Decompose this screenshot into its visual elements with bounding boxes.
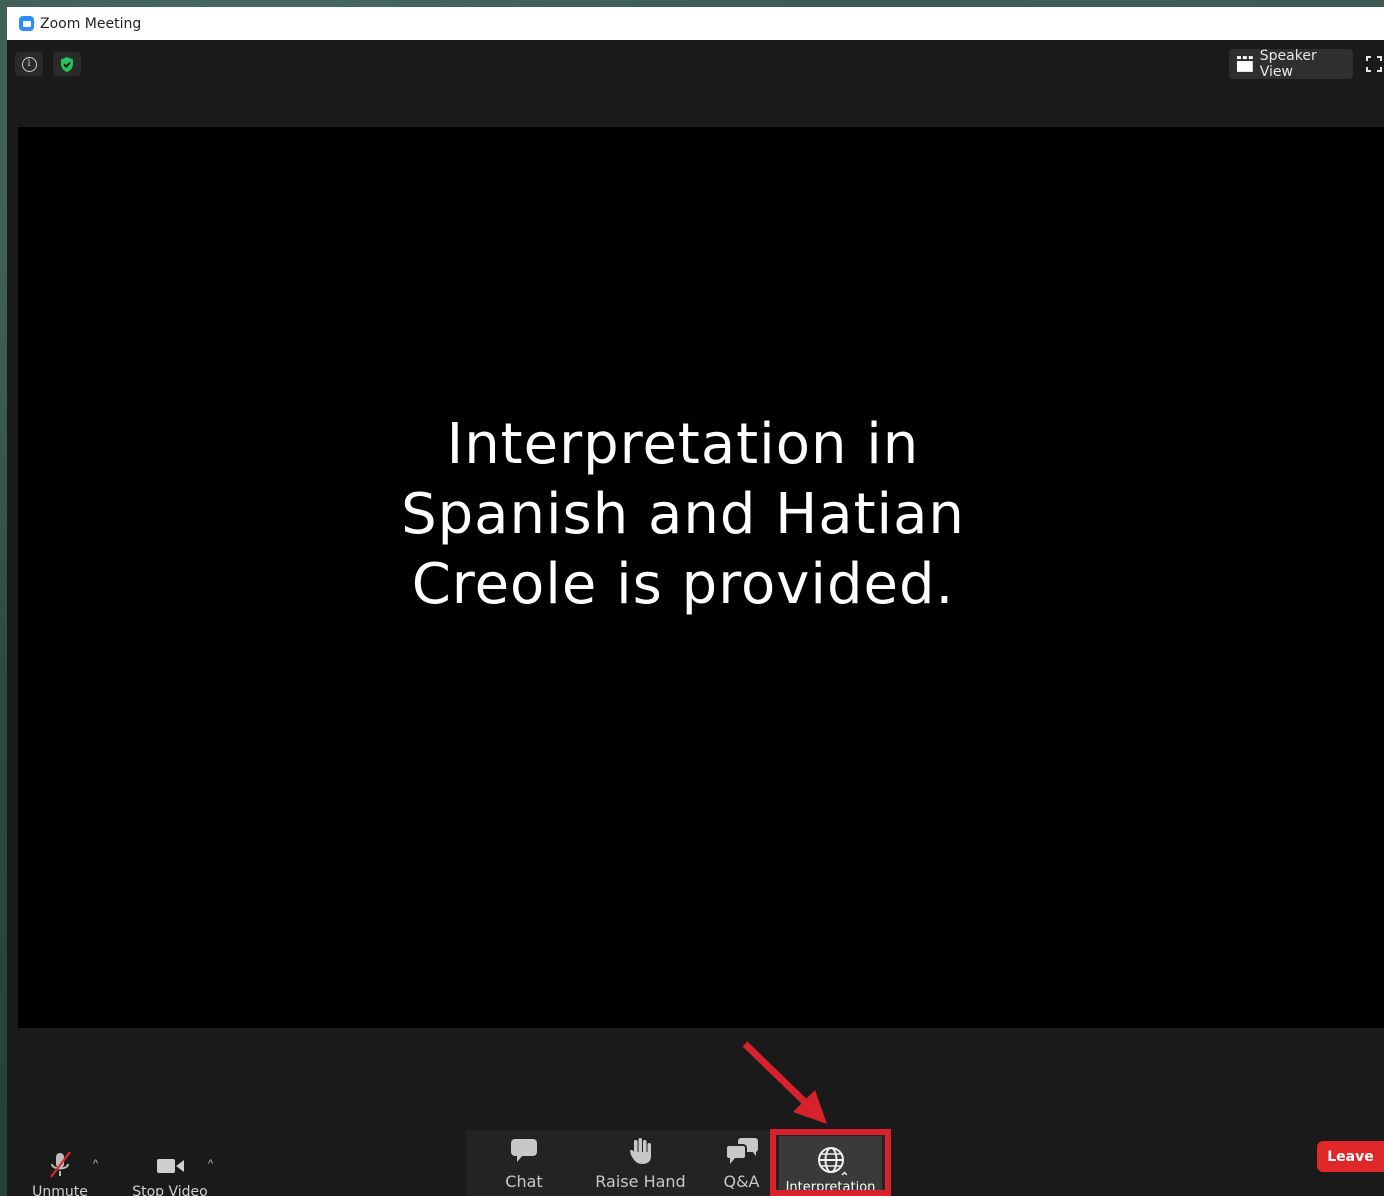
title-bar: Zoom Meeting [7, 7, 1384, 40]
annotation-arrow [742, 1041, 827, 1124]
zoom-app-icon [19, 16, 34, 31]
security-status-button[interactable] [53, 52, 81, 76]
window-title: Zoom Meeting [40, 15, 142, 32]
chat-button[interactable]: Chat [466, 1130, 582, 1196]
grid-icon [1237, 56, 1253, 72]
raise-hand-icon [629, 1138, 651, 1164]
chat-label: Chat [505, 1172, 543, 1191]
video-camera-icon [157, 1159, 184, 1173]
meeting-info-button[interactable]: i [15, 52, 43, 76]
chat-bubble-icon [511, 1139, 537, 1162]
slide-line: Interpretation in [446, 412, 920, 477]
audio-options-caret[interactable]: ^ [93, 1158, 98, 1170]
meeting-top-bar: i Speaker View [7, 40, 1384, 88]
speaker-view-button[interactable]: Speaker View [1229, 48, 1353, 80]
shared-screen-area: Interpretation in Spanish and Hatian Cre… [18, 127, 1384, 1028]
qa-bubbles-icon [724, 1138, 758, 1164]
shield-icon [61, 56, 73, 72]
slide-line: Creole is provided. [411, 552, 955, 617]
info-icon: i [21, 56, 37, 72]
slide-line: Spanish and Hatian [401, 482, 965, 547]
fullscreen-icon[interactable] [1366, 56, 1382, 72]
leave-button[interactable]: Leave [1317, 1141, 1384, 1172]
video-options-caret[interactable]: ^ [208, 1158, 213, 1170]
speaker-view-label: Speaker View [1259, 48, 1317, 80]
zoom-window: Zoom Meeting i Speaker View Interpretati… [7, 7, 1384, 1196]
unmute-button[interactable]: Unmute [29, 1150, 91, 1196]
meeting-controls-toolbar: Unmute ^ Stop Video ^ Chat Raise Hand Q&… [7, 1028, 1384, 1196]
muted-mic-icon [50, 1151, 71, 1178]
stop-video-label: Stop Video [132, 1184, 208, 1196]
stop-video-button[interactable]: Stop Video [132, 1150, 208, 1196]
unmute-label: Unmute [32, 1184, 88, 1196]
slide-text: Interpretation in Spanish and Hatian Cre… [18, 410, 1348, 620]
interpretation-highlight-box [770, 1129, 891, 1196]
raise-hand-button[interactable]: Raise Hand [582, 1130, 699, 1196]
raise-hand-label: Raise Hand [595, 1172, 686, 1191]
